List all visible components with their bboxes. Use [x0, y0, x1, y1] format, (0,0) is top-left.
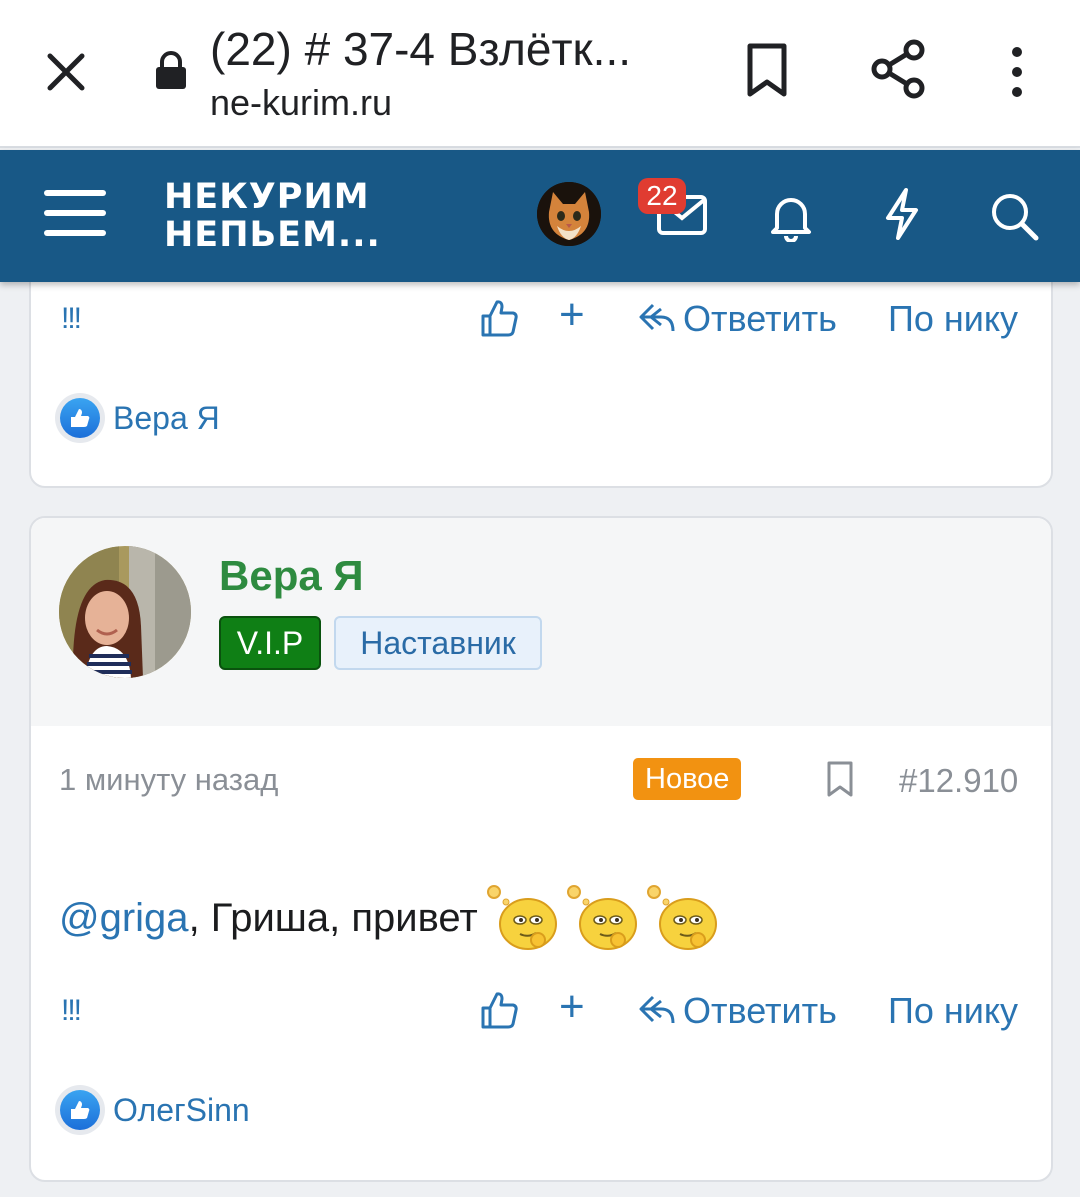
url-text[interactable]: ne-kurim.ru — [210, 82, 392, 124]
menu-icon[interactable] — [44, 190, 106, 240]
plus-button[interactable]: + — [559, 290, 585, 340]
user-mention-link[interactable]: @griga — [59, 896, 189, 941]
post-actions: !!! + Ответить По нику — [31, 982, 1051, 1038]
thinking-smiley-icon — [646, 885, 717, 950]
reply-label: Ответить — [683, 298, 837, 339]
browser-toolbar: (22) # 37-4 Взлётк... ne-kurim.ru — [0, 0, 1080, 148]
user-avatar[interactable] — [537, 182, 601, 246]
exclaim-button[interactable]: !!! — [61, 994, 82, 1028]
reply-icon — [639, 303, 675, 332]
reply-button[interactable]: Ответить — [637, 298, 837, 340]
reaction-user[interactable]: Вера Я — [113, 400, 220, 437]
plus-button[interactable]: + — [559, 982, 585, 1032]
post-card: Вера Я V.I.P Наставник 1 минуту назад Но… — [29, 516, 1053, 1182]
lightning-icon[interactable] — [880, 186, 924, 242]
lock-icon[interactable] — [152, 50, 190, 90]
bookmark-icon[interactable] — [825, 760, 855, 798]
thinking-smiley-icon — [486, 885, 557, 950]
bookmark-icon[interactable] — [740, 40, 794, 100]
post-author-header: Вера Я V.I.P Наставник — [31, 518, 1051, 726]
share-icon[interactable] — [868, 38, 928, 100]
reactions-bar[interactable]: ОлегSinn — [55, 1082, 250, 1138]
thinking-smiley-icon — [566, 885, 637, 950]
more-vert-icon[interactable] — [1000, 44, 1034, 100]
post-card-previous: !!! + Ответить По нику Вера Я — [29, 250, 1053, 488]
inbox-count-badge: 22 — [638, 178, 686, 214]
post-actions: !!! + Ответить По нику — [31, 290, 1055, 346]
site-header: НЕКУРИМ НЕПЬЕМ... 22 — [0, 150, 1080, 282]
author-name[interactable]: Вера Я — [219, 552, 364, 600]
logo-line1: НЕКУРИМ — [164, 177, 370, 217]
reply-button[interactable]: Ответить — [637, 990, 837, 1032]
thumbs-up-icon[interactable] — [479, 298, 519, 338]
post-number[interactable]: #12.910 — [899, 762, 1018, 800]
message-text: , Гриша, привет — [188, 895, 478, 940]
vip-badge: V.I.P — [219, 616, 321, 670]
search-icon[interactable] — [988, 188, 1042, 244]
exclaim-button[interactable]: !!! — [61, 302, 82, 336]
bell-icon[interactable] — [768, 190, 814, 242]
by-nick-button[interactable]: По нику — [888, 990, 1018, 1032]
post-message: @griga , Гриша, привет — [59, 878, 718, 958]
reply-label: Ответить — [683, 990, 837, 1031]
author-avatar[interactable] — [59, 546, 191, 678]
tab-title[interactable]: (22) # 37-4 Взлётк... — [210, 22, 680, 76]
close-icon[interactable] — [40, 46, 92, 98]
reply-icon — [639, 995, 675, 1024]
like-reaction-icon — [55, 1085, 105, 1135]
logo-line2: НЕПЬЕМ... — [164, 215, 381, 255]
site-logo[interactable]: НЕКУРИМ НЕПЬЕМ... — [164, 178, 381, 254]
reaction-user[interactable]: ОлегSinn — [113, 1092, 250, 1129]
by-nick-button[interactable]: По нику — [888, 298, 1018, 340]
new-badge: Новое — [633, 758, 742, 800]
thumbs-up-icon[interactable] — [479, 990, 519, 1030]
reactions-bar[interactable]: Вера Я — [55, 390, 220, 446]
like-reaction-icon — [55, 393, 105, 443]
mentor-badge: Наставник — [334, 616, 542, 670]
post-time[interactable]: 1 минуту назад — [59, 762, 278, 798]
